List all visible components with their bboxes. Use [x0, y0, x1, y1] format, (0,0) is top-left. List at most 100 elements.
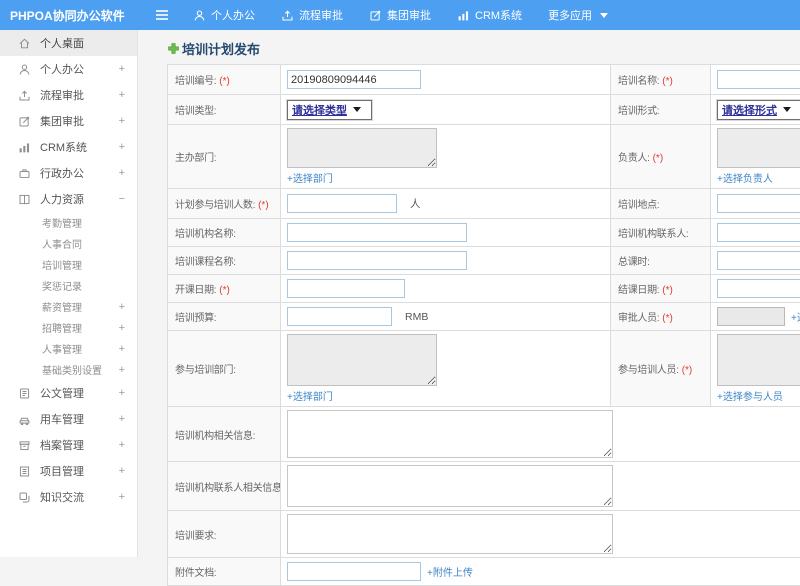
nav-more-apps[interactable]: 更多应用	[548, 7, 608, 23]
required-mark: (*)	[219, 285, 230, 296]
planned-count-input[interactable]	[287, 194, 397, 213]
start-date-input[interactable]	[287, 279, 405, 298]
required-mark: (*)	[682, 365, 693, 376]
expand-sign[interactable]: +	[119, 301, 125, 313]
join-people-picker[interactable]	[717, 334, 800, 386]
training-type-select[interactable]: 请选择类型	[287, 100, 372, 120]
sidebar-item-label: CRM系统	[40, 139, 87, 155]
required-mark: (*)	[662, 76, 673, 87]
form-row: 开课日期:(*) 结课日期:(*)	[168, 275, 800, 303]
expand-sign[interactable]: +	[119, 89, 125, 101]
requirements-textarea[interactable]	[287, 514, 613, 554]
sidebar-subitem-attendance[interactable]: 考勤管理	[0, 212, 137, 233]
hamburger-menu-icon[interactable]	[155, 9, 169, 21]
end-date-input[interactable]	[717, 279, 800, 298]
form-row: 培训课程名称: 总课时:	[168, 247, 800, 275]
sidebar-item-personal-office[interactable]: 个人办公 +	[0, 56, 137, 82]
sidebar-subitem-label: 培训管理	[42, 257, 82, 272]
expand-sign[interactable]: +	[119, 439, 125, 451]
nav-workflow-approval[interactable]: 流程审批	[281, 7, 343, 23]
course-name-input[interactable]	[287, 251, 467, 270]
sidebar-item-vehicle-mgmt[interactable]: 用车管理 +	[0, 406, 137, 432]
budget-input[interactable]	[287, 307, 392, 326]
expand-sign[interactable]: +	[119, 141, 125, 153]
training-form-select[interactable]: 请选择形式	[717, 100, 800, 120]
attachment-upload-link[interactable]: +附件上传	[427, 564, 473, 579]
sidebar-subitem-training[interactable]: 培训管理	[0, 254, 137, 275]
sidebar-item-knowledge-exchange[interactable]: 知识交流 +	[0, 484, 137, 510]
book-icon	[18, 193, 31, 206]
nav-group-approval[interactable]: 集团审批	[369, 7, 431, 23]
training-no-input[interactable]	[287, 70, 421, 89]
required-mark: (*)	[258, 200, 269, 211]
training-name-input[interactable]	[717, 70, 800, 89]
sidebar-item-archive-mgmt[interactable]: 档案管理 +	[0, 432, 137, 458]
sidebar-subitem-reward-record[interactable]: 奖惩记录	[0, 275, 137, 296]
sidebar-item-workflow-approval[interactable]: 流程审批 +	[0, 82, 137, 108]
sidebar-subitem-label: 人事管理	[42, 341, 82, 356]
required-mark: (*)	[219, 76, 230, 87]
sidebar-item-crm[interactable]: CRM系统 +	[0, 134, 137, 160]
sidebar-item-project-mgmt[interactable]: 项目管理 +	[0, 458, 137, 484]
org-info-textarea[interactable]	[287, 410, 613, 458]
leader-picker[interactable]	[717, 128, 800, 168]
attachment-input[interactable]	[287, 562, 421, 581]
nav-label: 更多应用	[548, 7, 592, 23]
nav-crm-system[interactable]: CRM系统	[457, 7, 522, 23]
briefcase-icon	[18, 167, 31, 180]
expand-sign[interactable]: +	[119, 491, 125, 503]
org-name-input[interactable]	[287, 223, 467, 242]
unit-label: 人	[410, 196, 421, 211]
sidebar-subitem-recruit[interactable]: 招聘管理 +	[0, 317, 137, 338]
expand-sign[interactable]: +	[119, 167, 125, 179]
sidebar-subitem-base-category[interactable]: 基础类别设置 +	[0, 359, 137, 380]
user-icon	[193, 9, 206, 22]
sidebar-hr-submenu: 考勤管理 人事合同 培训管理 奖惩记录 薪资管理 + 招聘管理 + 人事管理 +…	[0, 212, 137, 380]
join-depts-picker[interactable]	[287, 334, 437, 386]
expand-sign[interactable]: +	[119, 387, 125, 399]
join-people-label: 参与培训人员:(*)	[611, 331, 711, 407]
approver-input[interactable]	[717, 307, 785, 326]
select-caret-icon	[353, 107, 361, 112]
sidebar-subitem-label: 奖惩记录	[42, 278, 82, 293]
org-contact-info-textarea[interactable]	[287, 465, 613, 507]
sidebar-item-label: 人力资源	[40, 191, 84, 207]
edit-icon	[369, 9, 382, 22]
select-leader-link[interactable]: +选择负责人	[717, 170, 773, 185]
org-contact-input[interactable]	[717, 223, 800, 242]
app-logo: PHPOA协同办公软件	[0, 7, 137, 24]
sidebar-subitem-salary[interactable]: 薪资管理 +	[0, 296, 137, 317]
select-dept-link[interactable]: +选择部门	[287, 388, 333, 403]
page-title-text: 培训计划发布	[182, 39, 260, 58]
form-row: 培训机构相关信息:	[168, 407, 800, 462]
select-participants-link[interactable]: +选择参与人员	[717, 388, 783, 403]
sidebar-item-document-mgmt[interactable]: 公文管理 +	[0, 380, 137, 406]
location-input[interactable]	[717, 194, 800, 213]
join-depts-label: 参与培训部门:	[168, 331, 281, 407]
nav-personal-office[interactable]: 个人办公	[193, 7, 255, 23]
chart-icon	[457, 9, 470, 22]
expand-sign[interactable]: +	[119, 115, 125, 127]
doc-icon	[18, 387, 31, 400]
expand-sign[interactable]: +	[119, 413, 125, 425]
select-approver-link[interactable]: +选择审批人员	[791, 309, 800, 324]
host-dept-picker[interactable]	[287, 128, 437, 168]
expand-sign[interactable]: +	[119, 465, 125, 477]
leader-label: 负责人:(*)	[611, 125, 711, 189]
sidebar-subitem-hr-contract[interactable]: 人事合同	[0, 233, 137, 254]
sidebar-item-hr[interactable]: 人力资源 −	[0, 186, 137, 212]
sidebar-item-group-approval[interactable]: 集团审批 +	[0, 108, 137, 134]
chat-icon	[18, 491, 31, 504]
sidebar-item-admin-office[interactable]: 行政办公 +	[0, 160, 137, 186]
expand-sign[interactable]: +	[119, 343, 125, 355]
sidebar-item-label: 档案管理	[40, 437, 84, 453]
expand-sign[interactable]: +	[119, 364, 125, 376]
sidebar-item-personal-desktop[interactable]: 个人桌面	[0, 30, 137, 56]
expand-sign[interactable]: −	[119, 193, 125, 205]
select-dept-link[interactable]: +选择部门	[287, 170, 333, 185]
expand-sign[interactable]: +	[119, 63, 125, 75]
expand-sign[interactable]: +	[119, 322, 125, 334]
total-hours-input[interactable]	[717, 251, 800, 270]
required-mark: (*)	[653, 153, 664, 164]
sidebar-subitem-personnel[interactable]: 人事管理 +	[0, 338, 137, 359]
